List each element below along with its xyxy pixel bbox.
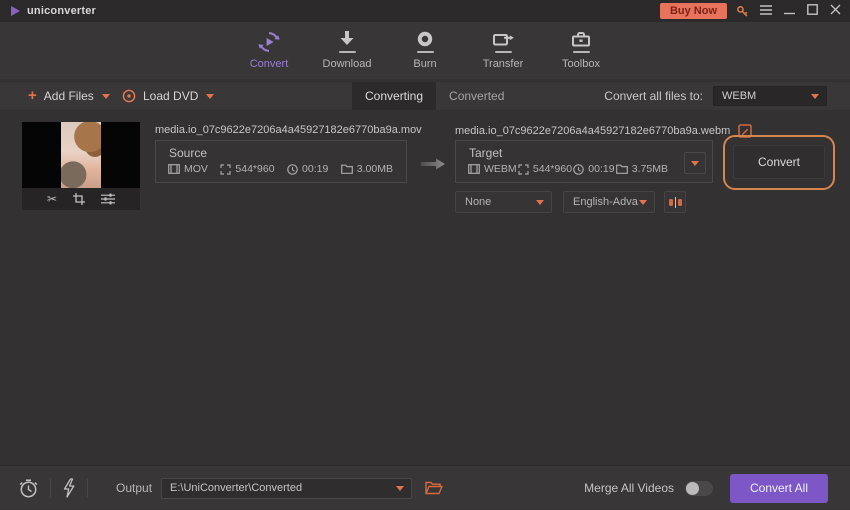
open-folder-icon[interactable] — [425, 481, 443, 495]
video-frame — [61, 122, 101, 188]
subtitle-select[interactable]: English-Adva... — [563, 191, 655, 213]
target-format-stat: WEBM — [468, 163, 517, 175]
titlebar: uniconverter Buy Now — [0, 0, 850, 22]
convert-button[interactable]: Convert — [733, 145, 825, 179]
menu-icon[interactable] — [759, 0, 773, 22]
trim-icon[interactable]: ✂ — [47, 188, 57, 210]
schedule-timer-icon[interactable] — [18, 478, 39, 499]
tab-convert[interactable]: Convert — [230, 22, 308, 79]
source-size-stat: 3.00MB — [341, 163, 393, 175]
source-duration-stat: 00:19 — [287, 163, 328, 175]
video-thumbnail[interactable]: ✂ — [22, 122, 140, 210]
output-format-select[interactable]: WEBM — [713, 86, 827, 106]
output-format-caret-icon — [811, 94, 819, 99]
app-title: uniconverter — [27, 5, 96, 17]
tab-transfer[interactable]: Transfer — [464, 22, 542, 79]
source-panel-title: Source — [169, 146, 406, 160]
target-filename: media.io_07c9622e7206a4a45927182e6770ba9… — [455, 125, 730, 137]
tab-transfer-label: Transfer — [483, 58, 524, 70]
burn-disc-icon — [415, 29, 435, 55]
add-files-caret-icon[interactable] — [102, 94, 110, 99]
tab-burn-label: Burn — [413, 58, 436, 70]
maximize-icon[interactable] — [805, 0, 819, 22]
resolution-icon — [220, 164, 231, 175]
load-dvd-caret-icon[interactable] — [206, 94, 214, 99]
caret-down-icon — [536, 200, 544, 205]
caret-down-icon — [396, 486, 404, 491]
load-dvd-button[interactable]: Load DVD — [122, 82, 214, 110]
effects-sliders-icon[interactable] — [101, 193, 115, 205]
output-path-select[interactable]: E:\UniConverter\Converted — [161, 478, 412, 499]
tab-download[interactable]: Download — [308, 22, 386, 79]
film-icon — [168, 164, 180, 174]
caret-down-icon — [691, 161, 699, 166]
tab-toolbox-label: Toolbox — [562, 58, 600, 70]
footer-bar: Output E:\UniConverter\Converted Merge A… — [0, 465, 850, 509]
effect-select[interactable]: None — [455, 191, 552, 213]
effect-select-value: None — [465, 196, 536, 208]
uniconverter-window: uniconverter Buy Now — [0, 0, 850, 509]
tab-converting[interactable]: Converting — [352, 82, 436, 110]
file-list: ✂ media.io_07c9622e7206a4a45927182e6770b… — [0, 110, 850, 465]
register-key-icon[interactable] — [736, 5, 750, 18]
transfer-icon — [492, 29, 514, 55]
minimize-icon[interactable] — [782, 0, 796, 22]
close-icon[interactable] — [828, 0, 842, 22]
output-path-value: E:\UniConverter\Converted — [170, 482, 396, 494]
target-info-panel: Target WEBM 544*960 00:19 3.75MB — [455, 140, 713, 183]
download-icon — [337, 29, 357, 55]
dvd-disc-icon — [122, 89, 136, 103]
film-icon — [468, 164, 480, 174]
resolution-icon — [518, 164, 529, 175]
main-nav: Convert Download Burn — [0, 22, 850, 79]
source-format-stat: MOV — [168, 163, 208, 175]
thumbnail-toolbar: ✂ — [22, 188, 140, 210]
app-logo-icon — [11, 6, 20, 16]
convert-all-button[interactable]: Convert All — [730, 474, 828, 503]
folder-icon — [341, 164, 353, 174]
source-info-panel: Source MOV 544*960 00:19 3.00MB — [155, 140, 407, 183]
target-duration-stat: 00:19 — [573, 163, 614, 175]
output-label: Output — [116, 481, 152, 495]
separator — [87, 479, 88, 497]
toggle-knob — [686, 482, 699, 495]
target-size-stat: 3.75MB — [616, 163, 668, 175]
buy-now-button[interactable]: Buy Now — [660, 3, 727, 19]
toolbox-icon — [571, 29, 591, 55]
clock-icon — [573, 164, 584, 175]
high-speed-bolt-icon[interactable] — [62, 478, 76, 498]
crop-icon[interactable] — [73, 193, 85, 205]
convert-all-files-to-label: Convert all files to: — [604, 82, 703, 110]
caret-down-icon — [639, 200, 647, 205]
target-format-caret-button[interactable] — [684, 152, 706, 174]
tab-toolbox[interactable]: Toolbox — [542, 22, 620, 79]
subtitle-edit-icon[interactable] — [664, 191, 686, 213]
add-files-label: Add Files — [44, 89, 94, 103]
target-panel-title: Target — [469, 146, 712, 160]
video-preview — [22, 122, 140, 188]
load-dvd-label: Load DVD — [143, 89, 198, 103]
output-format-value: WEBM — [722, 90, 811, 102]
queue-tabs: Converting Converted — [352, 82, 517, 110]
convert-icon — [256, 29, 282, 55]
folder-icon — [616, 164, 628, 174]
convert-direction-arrow-icon — [420, 157, 446, 176]
plus-icon: + — [28, 82, 37, 110]
source-filename: media.io_07c9622e7206a4a45927182e6770ba9… — [155, 124, 422, 136]
target-resolution-stat: 544*960 — [518, 163, 572, 175]
source-resolution-stat: 544*960 — [220, 163, 274, 175]
tab-converted[interactable]: Converted — [436, 82, 517, 110]
merge-all-videos-toggle[interactable] — [685, 481, 713, 496]
subtitle-select-value: English-Adva... — [573, 196, 639, 208]
toolbar: + Add Files Load DVD Converting Converte… — [0, 82, 850, 110]
tab-burn[interactable]: Burn — [386, 22, 464, 79]
tab-download-label: Download — [323, 58, 372, 70]
separator — [50, 479, 51, 497]
add-files-button[interactable]: + Add Files — [28, 82, 110, 110]
clock-icon — [287, 164, 298, 175]
merge-all-videos-label: Merge All Videos — [584, 481, 674, 495]
tab-convert-label: Convert — [250, 58, 289, 70]
